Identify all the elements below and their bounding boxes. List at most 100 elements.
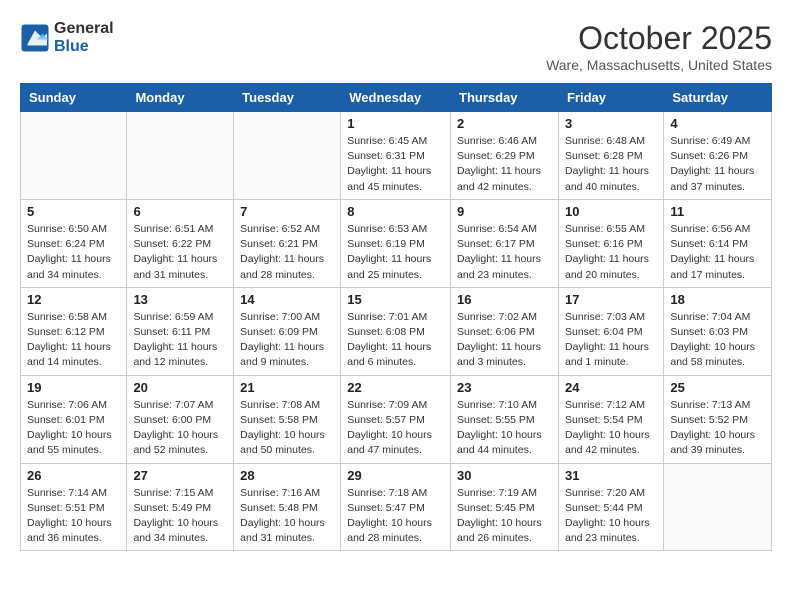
day-number: 20	[133, 380, 227, 395]
calendar-cell: 10Sunrise: 6:55 AM Sunset: 6:16 PM Dayli…	[558, 199, 663, 287]
day-info: Sunrise: 7:13 AM Sunset: 5:52 PM Dayligh…	[670, 398, 765, 459]
calendar-cell	[234, 112, 341, 200]
day-info: Sunrise: 6:45 AM Sunset: 6:31 PM Dayligh…	[347, 134, 444, 195]
day-number: 19	[27, 380, 120, 395]
day-number: 3	[565, 116, 657, 131]
day-number: 17	[565, 292, 657, 307]
calendar-cell: 6 Sunrise: 6:51 AM Sunset: 6:22 PM Daylig…	[127, 199, 234, 287]
calendar-cell: 12 Sunrise: 6:58 AM Sunset: 6:12 PM Dayli…	[21, 287, 127, 375]
calendar-cell: 13Sunrise: 6:59 AM Sunset: 6:11 PM Dayli…	[127, 287, 234, 375]
logo-general: General	[54, 20, 114, 38]
day-number: 14	[240, 292, 334, 307]
day-info: Sunrise: 7:15 AM Sunset: 5:49 PM Dayligh…	[133, 486, 227, 547]
calendar-cell: 14Sunrise: 7:00 AM Sunset: 6:09 PM Dayli…	[234, 287, 341, 375]
day-number: 7	[240, 204, 334, 219]
day-number: 25	[670, 380, 765, 395]
calendar-cell: 15Sunrise: 7:01 AM Sunset: 6:08 PM Dayli…	[341, 287, 451, 375]
calendar-cell: 4 Sunrise: 6:49 AM Sunset: 6:26 PM Daylig…	[664, 112, 772, 200]
calendar-cell: 23Sunrise: 7:10 AM Sunset: 5:55 PM Dayli…	[451, 375, 559, 463]
day-info: Sunrise: 6:51 AM Sunset: 6:22 PM Dayligh…	[133, 222, 227, 283]
calendar-cell: 8 Sunrise: 6:53 AM Sunset: 6:19 PM Daylig…	[341, 199, 451, 287]
day-info: Sunrise: 6:52 AM Sunset: 6:21 PM Dayligh…	[240, 222, 334, 283]
day-info: Sunrise: 6:46 AM Sunset: 6:29 PM Dayligh…	[457, 134, 552, 195]
day-info: Sunrise: 6:50 AM Sunset: 6:24 PM Dayligh…	[27, 222, 120, 283]
day-info: Sunrise: 7:09 AM Sunset: 5:57 PM Dayligh…	[347, 398, 444, 459]
calendar-cell: 24Sunrise: 7:12 AM Sunset: 5:54 PM Dayli…	[558, 375, 663, 463]
day-info: Sunrise: 6:49 AM Sunset: 6:26 PM Dayligh…	[670, 134, 765, 195]
calendar-cell: 20 Sunrise: 7:07 AM Sunset: 6:00 PM Dayli…	[127, 375, 234, 463]
calendar-cell: 16 Sunrise: 7:02 AM Sunset: 6:06 PM Dayli…	[451, 287, 559, 375]
calendar-cell: 26Sunrise: 7:14 AM Sunset: 5:51 PM Dayli…	[21, 463, 127, 551]
day-info: Sunrise: 7:16 AM Sunset: 5:48 PM Dayligh…	[240, 486, 334, 547]
weekday-header: Monday	[127, 84, 234, 112]
day-info: Sunrise: 7:18 AM Sunset: 5:47 PM Dayligh…	[347, 486, 444, 547]
calendar-cell: 22 Sunrise: 7:09 AM Sunset: 5:57 PM Dayli…	[341, 375, 451, 463]
day-number: 1	[347, 116, 444, 131]
calendar-week-row: 26Sunrise: 7:14 AM Sunset: 5:51 PM Dayli…	[21, 463, 772, 551]
weekday-header: Thursday	[451, 84, 559, 112]
calendar-cell: 18 Sunrise: 7:04 AM Sunset: 6:03 PM Dayli…	[664, 287, 772, 375]
day-number: 6	[133, 204, 227, 219]
day-number: 8	[347, 204, 444, 219]
day-number: 21	[240, 380, 334, 395]
calendar-week-row: 1 Sunrise: 6:45 AM Sunset: 6:31 PM Daylig…	[21, 112, 772, 200]
day-info: Sunrise: 7:08 AM Sunset: 5:58 PM Dayligh…	[240, 398, 334, 459]
location-subtitle: Ware, Massachusetts, United States	[546, 57, 772, 73]
day-info: Sunrise: 7:20 AM Sunset: 5:44 PM Dayligh…	[565, 486, 657, 547]
calendar-cell: 1 Sunrise: 6:45 AM Sunset: 6:31 PM Daylig…	[341, 112, 451, 200]
day-info: Sunrise: 6:59 AM Sunset: 6:11 PM Dayligh…	[133, 310, 227, 371]
day-number: 28	[240, 468, 334, 483]
day-number: 29	[347, 468, 444, 483]
day-info: Sunrise: 7:19 AM Sunset: 5:45 PM Dayligh…	[457, 486, 552, 547]
day-info: Sunrise: 7:01 AM Sunset: 6:08 PM Dayligh…	[347, 310, 444, 371]
calendar-cell: 30Sunrise: 7:19 AM Sunset: 5:45 PM Dayli…	[451, 463, 559, 551]
calendar-cell: 29 Sunrise: 7:18 AM Sunset: 5:47 PM Dayli…	[341, 463, 451, 551]
weekday-header: Friday	[558, 84, 663, 112]
day-number: 22	[347, 380, 444, 395]
day-info: Sunrise: 6:53 AM Sunset: 6:19 PM Dayligh…	[347, 222, 444, 283]
day-number: 10	[565, 204, 657, 219]
day-number: 31	[565, 468, 657, 483]
calendar-cell: 25 Sunrise: 7:13 AM Sunset: 5:52 PM Dayli…	[664, 375, 772, 463]
calendar-cell	[664, 463, 772, 551]
calendar-cell: 5 Sunrise: 6:50 AM Sunset: 6:24 PM Daylig…	[21, 199, 127, 287]
weekday-header: Saturday	[664, 84, 772, 112]
calendar-cell: 27 Sunrise: 7:15 AM Sunset: 5:49 PM Dayli…	[127, 463, 234, 551]
day-number: 18	[670, 292, 765, 307]
calendar-week-row: 5 Sunrise: 6:50 AM Sunset: 6:24 PM Daylig…	[21, 199, 772, 287]
weekday-header: Sunday	[21, 84, 127, 112]
day-number: 26	[27, 468, 120, 483]
day-info: Sunrise: 6:56 AM Sunset: 6:14 PM Dayligh…	[670, 222, 765, 283]
day-number: 4	[670, 116, 765, 131]
calendar-cell: 19Sunrise: 7:06 AM Sunset: 6:01 PM Dayli…	[21, 375, 127, 463]
day-number: 5	[27, 204, 120, 219]
day-number: 27	[133, 468, 227, 483]
weekday-header: Tuesday	[234, 84, 341, 112]
day-info: Sunrise: 7:03 AM Sunset: 6:04 PM Dayligh…	[565, 310, 657, 371]
day-info: Sunrise: 6:54 AM Sunset: 6:17 PM Dayligh…	[457, 222, 552, 283]
calendar-cell: 31 Sunrise: 7:20 AM Sunset: 5:44 PM Dayli…	[558, 463, 663, 551]
weekday-header: Wednesday	[341, 84, 451, 112]
day-info: Sunrise: 7:04 AM Sunset: 6:03 PM Dayligh…	[670, 310, 765, 371]
day-info: Sunrise: 7:02 AM Sunset: 6:06 PM Dayligh…	[457, 310, 552, 371]
calendar-cell: 21 Sunrise: 7:08 AM Sunset: 5:58 PM Dayli…	[234, 375, 341, 463]
day-number: 16	[457, 292, 552, 307]
calendar-cell: 17 Sunrise: 7:03 AM Sunset: 6:04 PM Dayli…	[558, 287, 663, 375]
calendar-cell: 2Sunrise: 6:46 AM Sunset: 6:29 PM Daylig…	[451, 112, 559, 200]
day-info: Sunrise: 7:07 AM Sunset: 6:00 PM Dayligh…	[133, 398, 227, 459]
calendar-cell	[21, 112, 127, 200]
calendar-cell: 11Sunrise: 6:56 AM Sunset: 6:14 PM Dayli…	[664, 199, 772, 287]
logo-blue: Blue	[54, 38, 114, 56]
logo: General Blue	[20, 20, 114, 55]
calendar-table: SundayMondayTuesdayWednesdayThursdayFrid…	[20, 83, 772, 551]
title-block: October 2025 Ware, Massachusetts, United…	[546, 20, 772, 73]
weekday-header-row: SundayMondayTuesdayWednesdayThursdayFrid…	[21, 84, 772, 112]
calendar-week-row: 12 Sunrise: 6:58 AM Sunset: 6:12 PM Dayli…	[21, 287, 772, 375]
calendar-cell: 28 Sunrise: 7:16 AM Sunset: 5:48 PM Dayli…	[234, 463, 341, 551]
day-info: Sunrise: 6:58 AM Sunset: 6:12 PM Dayligh…	[27, 310, 120, 371]
calendar-cell	[127, 112, 234, 200]
calendar-cell: 7 Sunrise: 6:52 AM Sunset: 6:21 PM Daylig…	[234, 199, 341, 287]
day-info: Sunrise: 7:10 AM Sunset: 5:55 PM Dayligh…	[457, 398, 552, 459]
calendar-cell: 9Sunrise: 6:54 AM Sunset: 6:17 PM Daylig…	[451, 199, 559, 287]
day-number: 12	[27, 292, 120, 307]
